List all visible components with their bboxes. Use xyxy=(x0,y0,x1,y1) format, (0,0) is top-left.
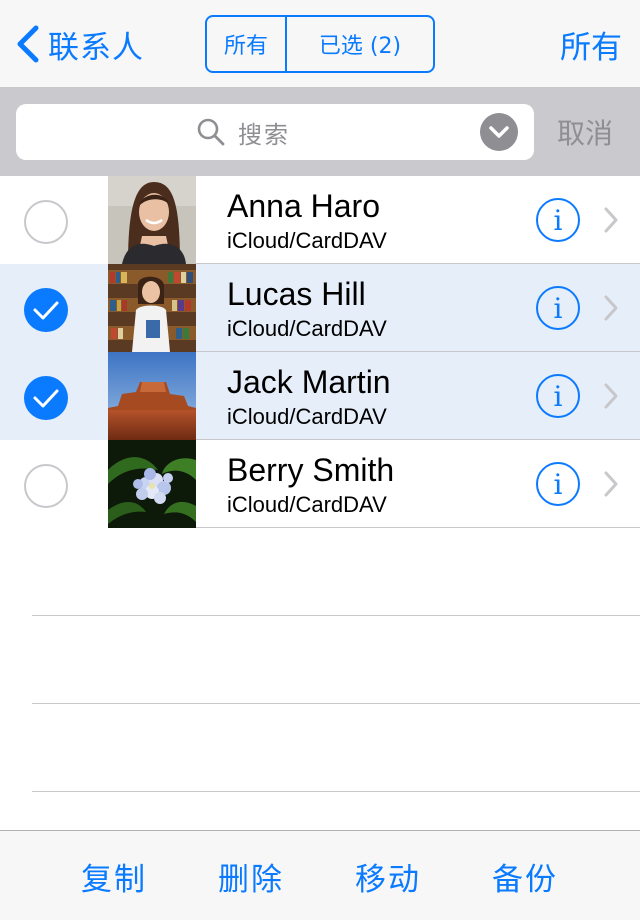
contact-account: iCloud/CardDAV xyxy=(227,404,387,429)
contact-name: Berry Smith xyxy=(227,452,395,488)
contact-row[interactable]: Lucas Hill iCloud/CardDAV i xyxy=(0,264,640,352)
back-label: 联系人 xyxy=(48,29,144,66)
chevron-right-icon xyxy=(604,383,618,409)
info-button[interactable]: i xyxy=(536,374,580,418)
contact-account: iCloud/CardDAV xyxy=(227,316,387,341)
contact-account: iCloud/CardDAV xyxy=(227,492,387,517)
checkmark-icon xyxy=(35,479,61,498)
segment-selected[interactable]: 已选 (2) xyxy=(287,17,433,71)
info-icon: i xyxy=(553,467,563,501)
contact-photo-hydrangea-flower xyxy=(108,440,196,528)
empty-row-separator xyxy=(32,703,640,704)
delete-button[interactable]: 删除 xyxy=(201,831,301,920)
empty-row-separator xyxy=(32,615,640,616)
contact-row[interactable]: Jack Martin iCloud/CardDAV i xyxy=(0,352,640,440)
selection-checkbox[interactable] xyxy=(24,376,68,420)
contact-row[interactable]: Anna Haro iCloud/CardDAV i xyxy=(0,176,640,264)
segment-all[interactable]: 所有 xyxy=(207,17,287,71)
contact-row[interactable]: Berry Smith iCloud/CardDAV i xyxy=(0,440,640,528)
chevron-right-icon xyxy=(604,207,618,233)
contact-name: Lucas Hill xyxy=(227,276,366,312)
contact-account: iCloud/CardDAV xyxy=(227,228,387,253)
selection-checkbox[interactable] xyxy=(24,464,68,508)
chevron-down-icon xyxy=(489,126,509,138)
contact-photo-library-bookshelf xyxy=(108,264,196,352)
contact-name: Jack Martin xyxy=(227,364,391,400)
copy-button[interactable]: 复制 xyxy=(64,831,164,920)
search-input[interactable]: 搜索 xyxy=(16,104,534,160)
contact-list: Anna Haro iCloud/CardDAV i Lucas Hill iC… xyxy=(0,176,640,528)
search-scope-dropdown[interactable] xyxy=(480,113,518,151)
chevron-right-icon xyxy=(604,295,618,321)
info-button[interactable]: i xyxy=(536,462,580,506)
contact-name: Anna Haro xyxy=(227,188,380,224)
back-button[interactable]: 联系人 xyxy=(12,20,144,68)
contact-photo-desert-butte xyxy=(108,352,196,440)
checkmark-icon xyxy=(33,301,59,320)
search-icon xyxy=(197,118,225,146)
selection-checkbox[interactable] xyxy=(24,200,68,244)
info-icon: i xyxy=(553,379,563,413)
info-icon: i xyxy=(553,203,563,237)
cancel-button[interactable]: 取消 xyxy=(557,104,613,160)
search-bar: 搜索 xyxy=(0,88,640,176)
search-placeholder: 搜索 xyxy=(238,120,290,149)
info-button[interactable]: i xyxy=(536,286,580,330)
info-icon: i xyxy=(553,291,563,325)
contact-photo-woman-portrait xyxy=(108,176,196,264)
checkmark-icon xyxy=(33,389,59,408)
backup-button[interactable]: 备份 xyxy=(475,831,575,920)
selection-checkbox[interactable] xyxy=(24,288,68,332)
chevron-right-icon xyxy=(604,471,618,497)
checkmark-icon xyxy=(35,215,61,234)
bottom-toolbar: 复制 删除 移动 备份 xyxy=(0,830,640,920)
info-button[interactable]: i xyxy=(536,198,580,242)
empty-row-separator xyxy=(32,791,640,792)
chevron-left-icon xyxy=(17,25,39,63)
move-button[interactable]: 移动 xyxy=(338,831,438,920)
select-all-button[interactable]: 所有 xyxy=(560,22,622,66)
segmented-control: 所有 已选 (2) xyxy=(205,15,435,73)
navigation-bar: 联系人 所有 已选 (2) 所有 xyxy=(0,0,640,88)
